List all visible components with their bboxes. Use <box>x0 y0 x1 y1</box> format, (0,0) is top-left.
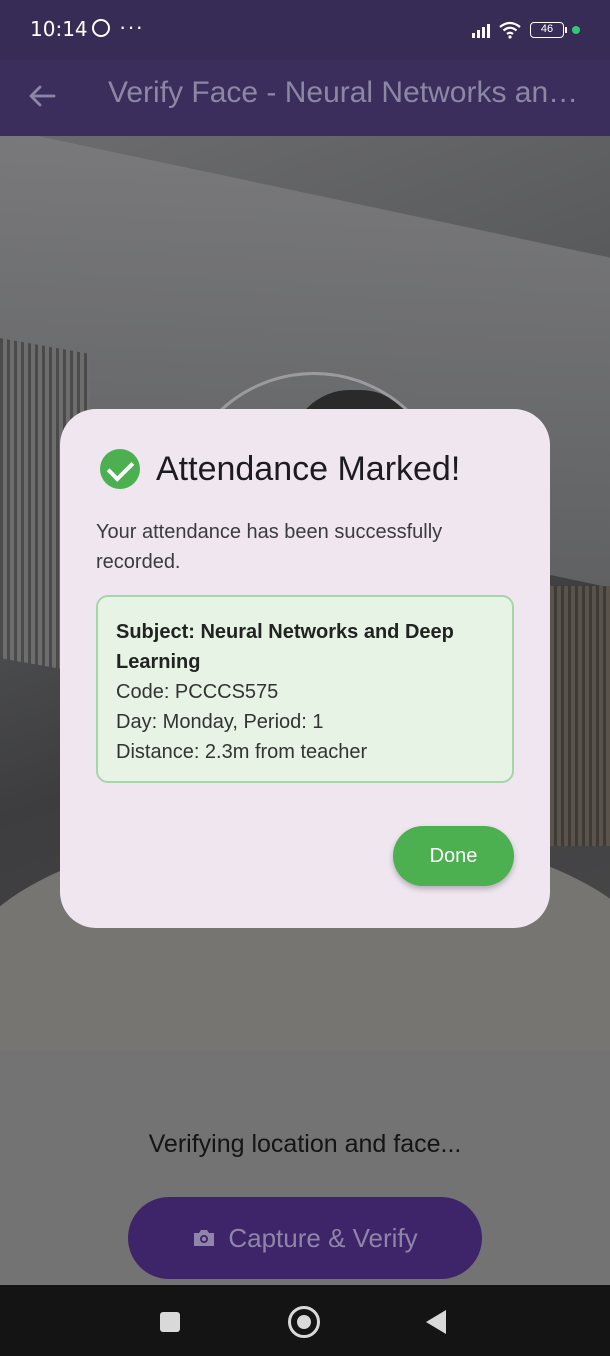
privacy-indicator-dot <box>572 26 580 34</box>
attendance-details-box: Subject: Neural Networks and Deep Learni… <box>96 595 514 783</box>
distance-text: Distance: 2.3m from teacher <box>116 741 368 763</box>
page-title: Verify Face - Neural Networks and Deep L… <box>108 76 588 109</box>
dialog-title: Attendance Marked! <box>156 449 461 488</box>
day-period-text: Day: Monday, Period: 1 <box>116 711 324 733</box>
check-circle-icon <box>100 449 140 489</box>
wifi-icon <box>499 21 521 39</box>
dialog-message: Your attendance has been successfully re… <box>96 521 443 573</box>
system-back-icon[interactable] <box>426 1310 446 1334</box>
recents-icon[interactable] <box>160 1312 180 1332</box>
battery-icon: 46 <box>530 22 567 38</box>
subject-text: Subject: Neural Networks and Deep Learni… <box>116 621 454 673</box>
whatsapp-icon <box>92 19 110 37</box>
app-bar: Verify Face - Neural Networks and Deep L… <box>0 60 610 136</box>
camera-icon <box>194 1230 215 1246</box>
camera-background-blinds-right <box>540 586 610 846</box>
verification-status-text: Verifying location and face... <box>148 1130 462 1158</box>
status-time: 10:14 <box>30 17 88 41</box>
code-text: Code: PCCCS575 <box>116 681 279 703</box>
more-notifications-icon: ··· <box>119 14 144 39</box>
capture-verify-label: Capture & Verify <box>228 1222 418 1253</box>
back-arrow-icon[interactable] <box>26 80 58 112</box>
done-button[interactable]: Done <box>393 826 514 886</box>
signal-icon <box>472 22 490 38</box>
status-bar: 10:14 ··· 46 <box>0 0 610 60</box>
dialog-header: Attendance Marked! <box>100 449 460 489</box>
status-icons: 46 <box>472 18 580 42</box>
capture-verify-button[interactable]: Capture & Verify <box>128 1197 482 1279</box>
system-nav-bar <box>0 1285 610 1356</box>
attendance-dialog: Attendance Marked! Your attendance has b… <box>60 409 550 928</box>
home-icon[interactable] <box>288 1306 320 1338</box>
